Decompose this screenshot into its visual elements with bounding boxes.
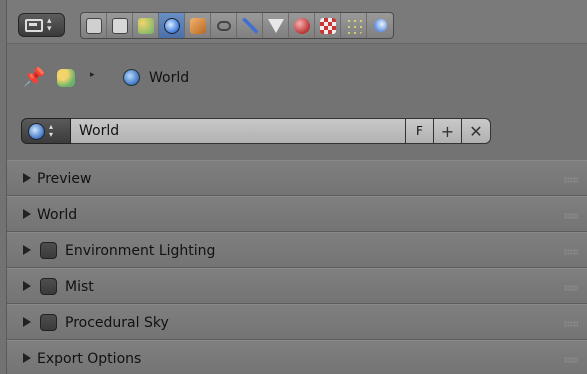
tab-world[interactable] bbox=[159, 13, 185, 38]
panel-mist[interactable]: Mist bbox=[7, 268, 587, 304]
tab-render[interactable] bbox=[81, 13, 107, 38]
breadcrumb: 📌 ▸ World bbox=[7, 60, 587, 94]
mist-checkbox[interactable] bbox=[40, 278, 57, 295]
tab-constraints[interactable] bbox=[211, 13, 237, 38]
panel-procedural-sky[interactable]: Procedural Sky bbox=[7, 304, 587, 340]
tab-scene[interactable] bbox=[133, 13, 159, 38]
world-icon bbox=[28, 122, 45, 140]
panel-preview[interactable]: Preview bbox=[7, 160, 587, 196]
unlink-world-button[interactable]: ✕ bbox=[462, 118, 491, 144]
tab-physics[interactable] bbox=[367, 13, 393, 38]
constraints-icon bbox=[216, 20, 231, 31]
context-tabs bbox=[80, 12, 394, 39]
drag-handle-icon[interactable] bbox=[564, 213, 578, 219]
panel-label: Mist bbox=[65, 279, 94, 295]
environment-lighting-checkbox[interactable] bbox=[40, 242, 57, 259]
dropdown-arrows-icon: ▴ ▾ bbox=[47, 16, 52, 34]
panel-label: Export Options bbox=[37, 351, 142, 367]
plus-icon: + bbox=[440, 121, 455, 141]
expand-arrow-icon bbox=[23, 353, 31, 363]
material-icon bbox=[293, 17, 310, 34]
tab-texture[interactable] bbox=[315, 13, 341, 38]
panel-label: Preview bbox=[37, 171, 92, 187]
expand-arrow-icon bbox=[23, 281, 31, 291]
panel-label: World bbox=[37, 207, 78, 223]
render-layers-icon bbox=[111, 17, 128, 34]
properties-header: ▴ ▾ bbox=[7, 0, 587, 44]
panel-world[interactable]: World bbox=[7, 196, 587, 232]
scene-icon bbox=[57, 69, 75, 87]
panel-environment-lighting[interactable]: Environment Lighting bbox=[7, 232, 587, 268]
fake-user-button[interactable]: F bbox=[406, 118, 434, 144]
tab-object[interactable] bbox=[185, 13, 211, 38]
scene-icon bbox=[137, 17, 154, 34]
browse-world-button[interactable]: ▴ ▾ bbox=[21, 118, 71, 144]
properties-editor: ▴ ▾ 📌 ▸ World ▴ ▾ World F + ✕ Preview Wo… bbox=[6, 0, 587, 374]
tab-particles[interactable] bbox=[341, 13, 367, 38]
drag-handle-icon[interactable] bbox=[564, 249, 578, 255]
particles-icon bbox=[345, 17, 362, 34]
tab-render-layers[interactable] bbox=[107, 13, 133, 38]
object-icon bbox=[189, 17, 206, 34]
world-datablock-selector: ▴ ▾ World F + ✕ bbox=[21, 118, 501, 144]
render-icon bbox=[85, 17, 102, 34]
panel-label: Environment Lighting bbox=[65, 243, 216, 259]
drag-handle-icon[interactable] bbox=[564, 321, 578, 327]
close-icon: ✕ bbox=[469, 121, 483, 141]
tab-material[interactable] bbox=[289, 13, 315, 38]
data-icon bbox=[267, 18, 284, 33]
panel-label: Procedural Sky bbox=[65, 315, 169, 331]
panel-export-options[interactable]: Export Options bbox=[7, 340, 587, 374]
pin-icon[interactable]: 📌 bbox=[23, 67, 45, 88]
expand-arrow-icon bbox=[23, 317, 31, 327]
physics-icon bbox=[373, 19, 387, 32]
tab-data[interactable] bbox=[263, 13, 289, 38]
expand-arrow-icon bbox=[23, 173, 31, 183]
drag-handle-icon[interactable] bbox=[564, 177, 578, 183]
expand-arrow-icon bbox=[23, 209, 31, 219]
properties-editor-icon bbox=[25, 18, 43, 32]
procedural-sky-checkbox[interactable] bbox=[40, 314, 57, 331]
dropdown-arrows-icon: ▴ ▾ bbox=[49, 122, 54, 139]
world-icon bbox=[163, 17, 180, 34]
drag-handle-icon[interactable] bbox=[564, 285, 578, 291]
add-world-button[interactable]: + bbox=[434, 118, 462, 144]
drag-handle-icon[interactable] bbox=[564, 357, 578, 363]
world-icon bbox=[123, 69, 140, 86]
tab-modifiers[interactable] bbox=[237, 13, 263, 38]
breadcrumb-world-label: World bbox=[149, 70, 190, 86]
modifiers-icon bbox=[241, 17, 258, 34]
expand-arrow-icon bbox=[23, 245, 31, 255]
panel-list: Preview World Environment Lighting Mist … bbox=[7, 160, 587, 374]
chevron-right-icon: ▸ bbox=[90, 70, 95, 80]
world-name-field[interactable]: World bbox=[71, 118, 406, 144]
editor-type-button[interactable]: ▴ ▾ bbox=[18, 13, 65, 37]
texture-icon bbox=[319, 17, 336, 34]
